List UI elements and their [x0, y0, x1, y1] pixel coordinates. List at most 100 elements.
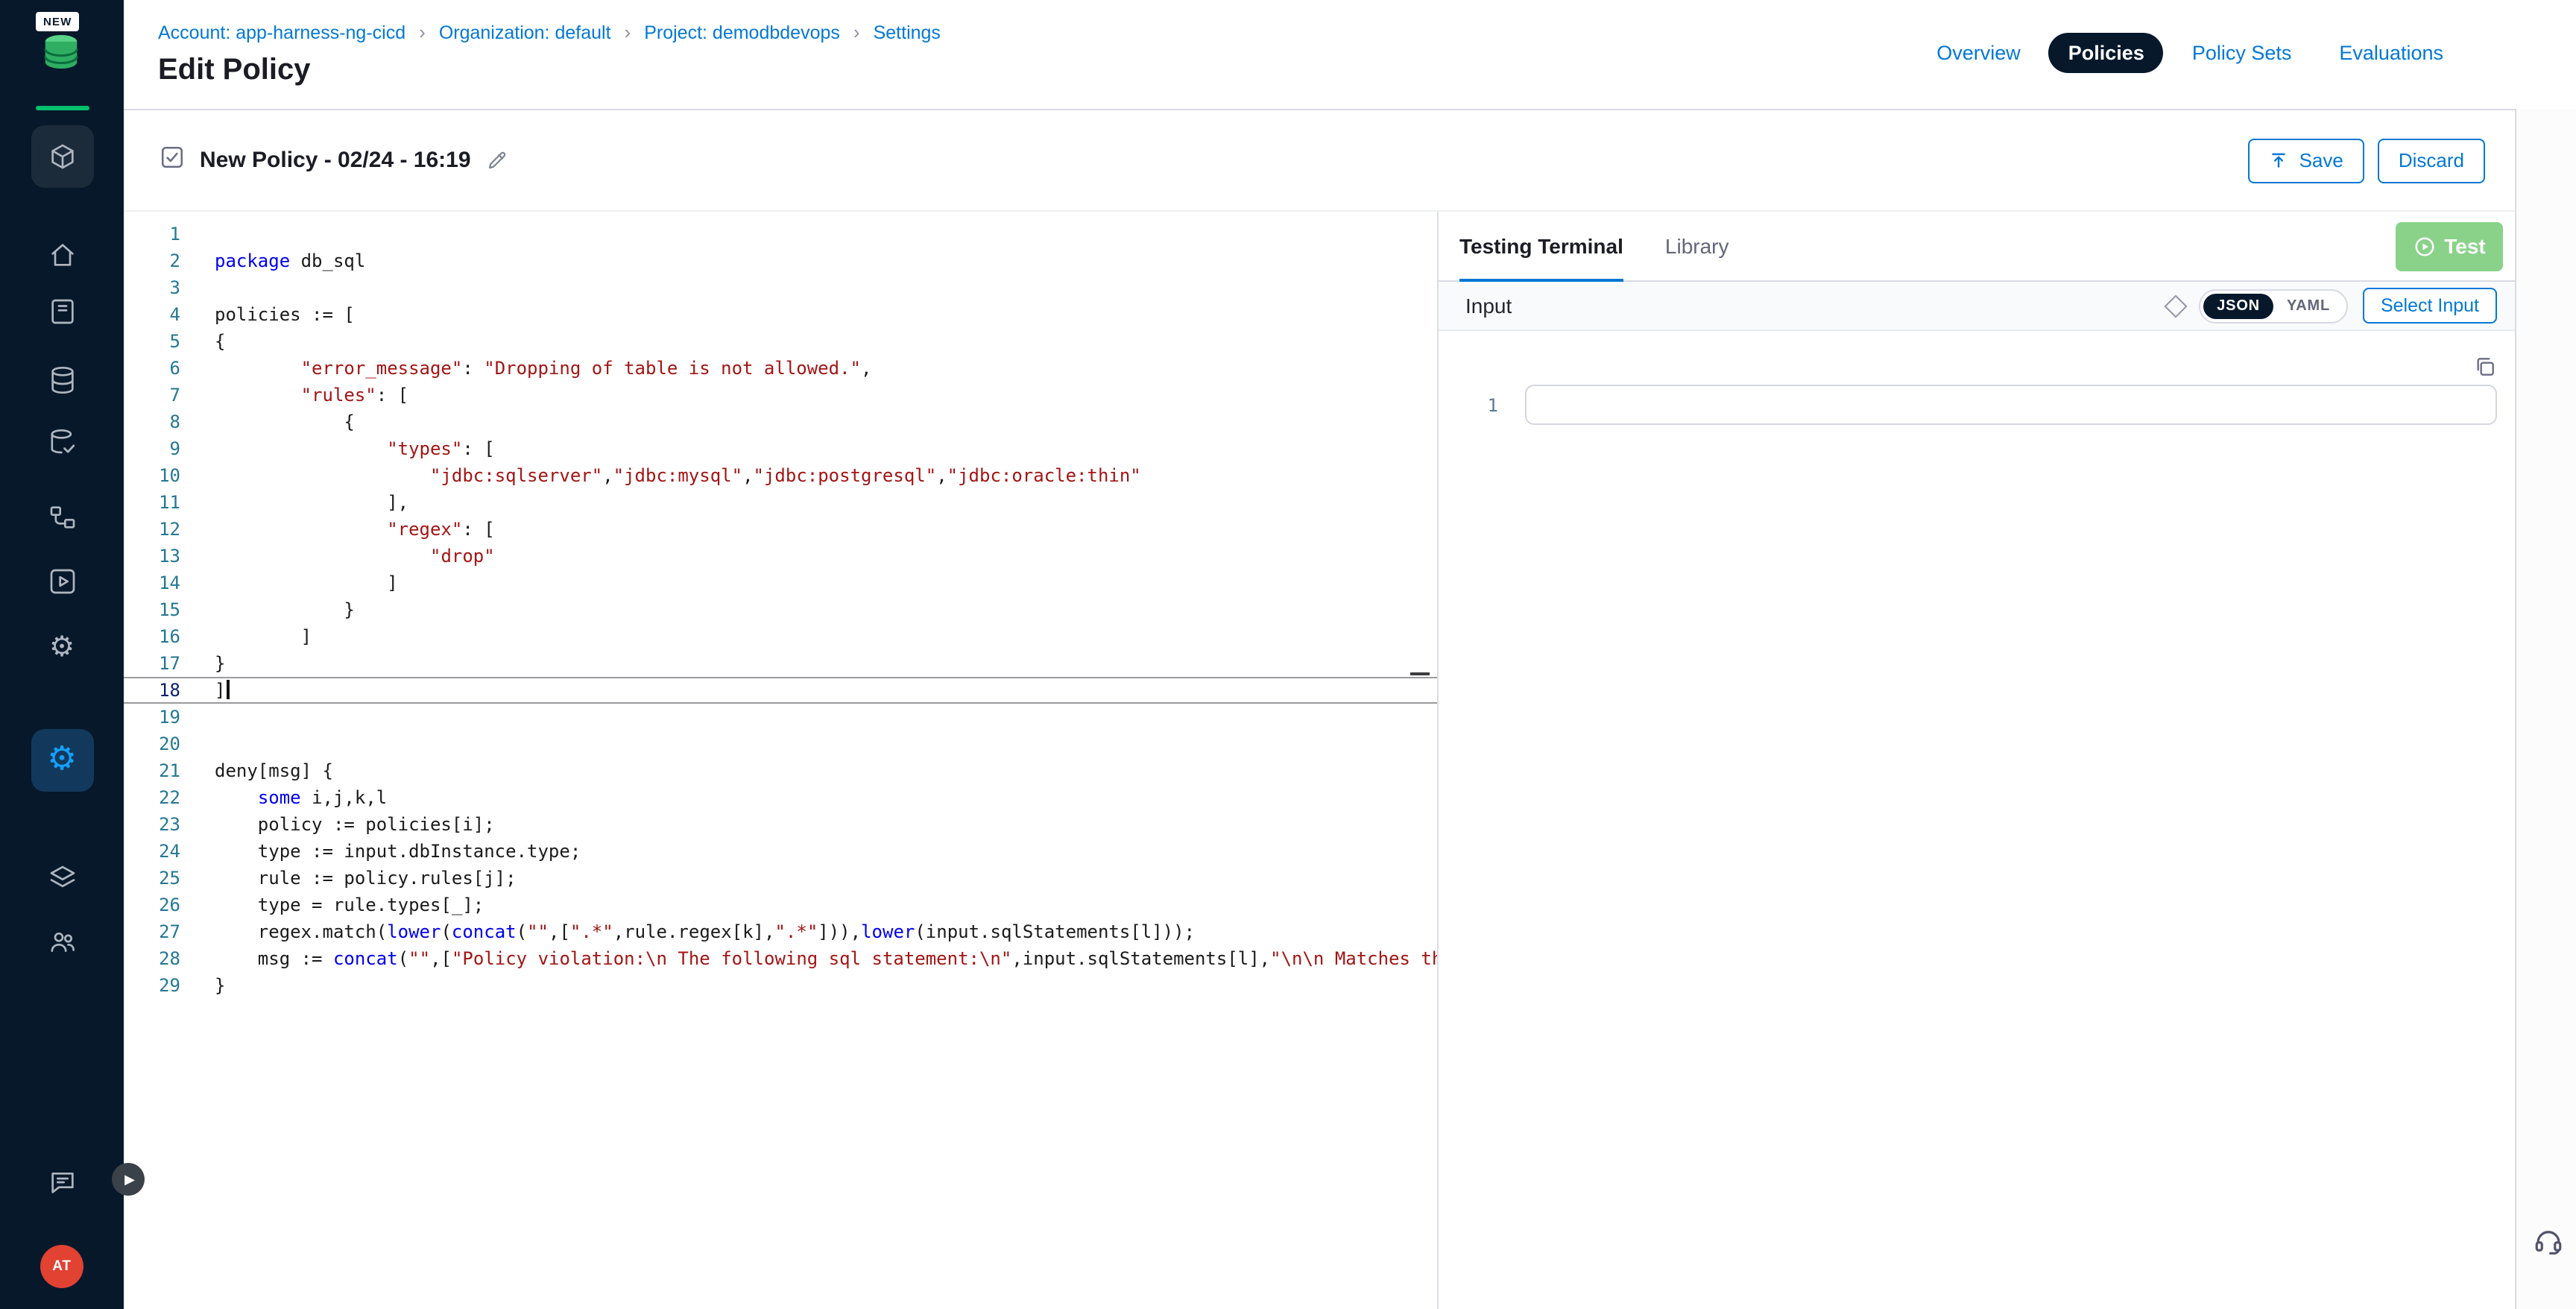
code-line[interactable]: 13 "drop": [124, 543, 1437, 570]
code-line[interactable]: 3: [124, 274, 1437, 301]
testing-terminal-pane: Testing TerminalLibrary Test Input J: [1439, 212, 2515, 1309]
code-line[interactable]: 26 type = rule.types[_];: [124, 892, 1437, 918]
executions-icon: [47, 566, 77, 603]
code-line[interactable]: 23 policy := policies[i];: [124, 811, 1437, 838]
code-line[interactable]: 12 "regex": [: [124, 516, 1437, 543]
breadcrumb-link[interactable]: Settings: [874, 22, 941, 42]
code-line[interactable]: 4policies := [: [124, 301, 1437, 328]
section-tab[interactable]: Overview: [1917, 33, 2040, 73]
test-button[interactable]: Test: [2396, 221, 2503, 271]
test-input-field[interactable]: [1525, 385, 2497, 425]
code-line[interactable]: 9 "types": [: [124, 435, 1437, 462]
code-text: ]: [180, 623, 312, 650]
code-line[interactable]: 20: [124, 731, 1437, 757]
code-text: }: [180, 650, 225, 677]
sidebar-item-org[interactable]: [0, 926, 124, 965]
sidebar-collapse-handle[interactable]: ▶: [112, 1163, 145, 1196]
code-repo-icon: [47, 296, 77, 333]
code-text: }: [180, 972, 225, 999]
input-header: Input JSONYAML Select Input: [1439, 282, 2515, 331]
terminal-tab[interactable]: Library: [1665, 212, 1729, 280]
sidebar-item-layers[interactable]: [0, 862, 124, 900]
line-number: 21: [124, 757, 180, 784]
discard-button[interactable]: Discard: [2378, 138, 2485, 183]
code-line[interactable]: 27 regex.match(lower(concat("",[".*",rul…: [124, 918, 1437, 945]
avatar[interactable]: AT: [40, 1245, 83, 1288]
text-cursor: [227, 680, 229, 699]
section-tab[interactable]: Policy Sets: [2173, 33, 2311, 73]
line-number: 9: [124, 435, 180, 462]
sidebar-item-environments[interactable]: ⚙: [0, 628, 124, 666]
breadcrumb-item: Organization: default: [405, 21, 610, 43]
code-line[interactable]: 14 ]: [124, 570, 1437, 596]
code-line[interactable]: 1: [124, 221, 1437, 247]
line-number: 20: [124, 731, 180, 757]
sidebar-item-home[interactable]: [0, 239, 124, 277]
code-text: policy := policies[i];: [180, 811, 495, 838]
section-tab[interactable]: Policies: [2049, 33, 2164, 73]
diamond-icon[interactable]: [2165, 294, 2188, 317]
line-number: 5: [124, 328, 180, 355]
support-headset-icon: [2533, 1226, 2564, 1257]
sidebar-item-executions[interactable]: [0, 565, 124, 604]
code-line[interactable]: 10 "jdbc:sqlserver","jdbc:mysql","jdbc:p…: [124, 462, 1437, 489]
cube-icon: [31, 125, 93, 188]
copy-button[interactable]: [2473, 355, 2497, 383]
sidebar-item-code-repo[interactable]: [0, 295, 124, 334]
code-text: [180, 221, 215, 247]
sidebar-item-settings-active[interactable]: ⚙: [0, 726, 124, 795]
line-number: 17: [124, 650, 180, 677]
terminal-tab[interactable]: Testing Terminal: [1459, 212, 1623, 280]
code-line[interactable]: 11 ],: [124, 489, 1437, 516]
code-line[interactable]: 17}: [124, 650, 1437, 677]
code-text: {: [180, 328, 225, 355]
support-button[interactable]: [2533, 1226, 2564, 1261]
save-button[interactable]: Save: [2249, 138, 2364, 183]
code-line[interactable]: 15 }: [124, 596, 1437, 623]
line-number: 10: [124, 462, 180, 489]
harness-db-logo-icon[interactable]: [39, 31, 83, 83]
code-line[interactable]: 7 "rules": [: [124, 382, 1437, 409]
sidebar-item-pipelines[interactable]: [0, 501, 124, 540]
code-line[interactable]: 24 type := input.dbInstance.type;: [124, 838, 1437, 865]
code-line[interactable]: 25 rule := policy.rules[j];: [124, 865, 1437, 892]
select-input-button[interactable]: Select Input: [2363, 288, 2497, 324]
code-line[interactable]: 28 msg := concat("",["Policy violation:\…: [124, 945, 1437, 972]
code-editor[interactable]: 12package db_sql34policies := [5{6 "erro…: [124, 212, 1437, 1309]
code-line[interactable]: 22 some i,j,k,l: [124, 784, 1437, 811]
code-text: }: [180, 596, 355, 623]
save-label: Save: [2299, 149, 2343, 171]
logo-underline: [36, 106, 89, 110]
line-number: 18: [124, 677, 180, 704]
edit-policy-name-button[interactable]: [486, 149, 508, 171]
sidebar-item-help-chat[interactable]: [0, 1166, 124, 1205]
line-number: 14: [124, 570, 180, 596]
breadcrumb-link[interactable]: Account: app-harness-ng-cicd: [158, 22, 405, 42]
sidebar-nav: NEW: [0, 0, 124, 1309]
format-toggle-option[interactable]: JSON: [2203, 293, 2273, 318]
sidebar-item-database[interactable]: [0, 364, 124, 403]
people-icon: [47, 927, 77, 964]
code-line[interactable]: 8 {: [124, 409, 1437, 435]
code-line[interactable]: 18]: [124, 677, 1437, 704]
code-line[interactable]: 21deny[msg] {: [124, 757, 1437, 784]
code-line[interactable]: 5{: [124, 328, 1437, 355]
code-line[interactable]: 2package db_sql: [124, 247, 1437, 274]
code-line[interactable]: 16 ]: [124, 623, 1437, 650]
code-text: "types": [: [180, 435, 495, 462]
breadcrumb-link[interactable]: Project: demodbdevops: [644, 22, 840, 42]
code-line[interactable]: 6 "error_message": "Dropping of table is…: [124, 355, 1437, 382]
line-number: 29: [124, 972, 180, 999]
format-toggle-option[interactable]: YAML: [2273, 293, 2343, 318]
play-circle-icon: [2413, 235, 2435, 257]
code-text: [180, 704, 215, 731]
sidebar-item-database-devops[interactable]: [0, 426, 124, 465]
policy-check-icon: [160, 144, 185, 177]
section-tab[interactable]: Evaluations: [2320, 33, 2463, 73]
line-number: 12: [124, 516, 180, 543]
terminal-tab-bar: Testing Terminal Library Test: [1439, 212, 2515, 282]
breadcrumb-link[interactable]: Organization: default: [439, 22, 611, 42]
code-line[interactable]: 29}: [124, 972, 1437, 999]
code-line[interactable]: 19: [124, 704, 1437, 731]
sidebar-item-module[interactable]: [0, 125, 124, 188]
